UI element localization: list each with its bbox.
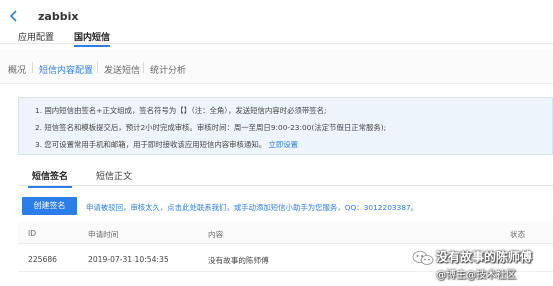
watermark-author: 没有故事的陈师傅 bbox=[436, 250, 533, 264]
page: zabbix 应用配置 国内短信 概况 短信内容配置 发送短信 统计分析 1. … bbox=[0, 0, 553, 286]
notice-box: 1. 国内短信由签名+正文组成，签名符号为【】（注：全角），发送短信内容时必须带… bbox=[18, 97, 553, 155]
subnav-item-statistics[interactable]: 统计分析 bbox=[150, 63, 186, 76]
watermark-community: @博主@技术社区 bbox=[436, 270, 516, 281]
cell-content: 没有故事的陈师傅 bbox=[208, 256, 269, 265]
wechat-icon bbox=[412, 251, 434, 265]
watermark: 没有故事的陈师傅 @博主@技术社区 bbox=[408, 244, 553, 284]
column-header-id: ID bbox=[28, 229, 37, 238]
notice-line-1: 1. 国内短信由签名+正文组成，签名符号为【】（注：全角），发送短信内容时必须带… bbox=[35, 106, 327, 115]
secondary-nav: 概况 短信内容配置 发送短信 统计分析 bbox=[0, 50, 553, 84]
table-header: ID 申请时间 内容 状态 bbox=[18, 222, 553, 244]
subnav-item-overview[interactable]: 概况 bbox=[8, 63, 26, 76]
tab-app-config[interactable]: 应用配置 bbox=[18, 30, 54, 43]
content-tabs: 短信签名 短信正文 bbox=[18, 166, 553, 188]
divider bbox=[97, 62, 98, 73]
chevron-left-icon[interactable] bbox=[6, 10, 22, 24]
cell-id: 225686 bbox=[28, 255, 57, 264]
divider bbox=[32, 62, 33, 73]
notice-line-3: 3. 您可设置常用手机和邮箱，用于即时接收该应用短信内容审核通知。 立即设置 bbox=[35, 139, 298, 150]
contact-tip-link[interactable]: 申请被驳回，审核太久，点击此处联系我们，或手动添加短信小助手为您服务，QQ：30… bbox=[86, 202, 418, 213]
app-header: zabbix 应用配置 国内短信 bbox=[0, 0, 553, 47]
tab-sms-body[interactable]: 短信正文 bbox=[96, 169, 132, 182]
column-header-apply-time: 申请时间 bbox=[88, 230, 119, 239]
column-header-content: 内容 bbox=[208, 230, 224, 239]
notice-line-3-text: 3. 您可设置常用手机和邮箱，用于即时接收该应用短信内容审核通知。 bbox=[35, 140, 267, 149]
app-title: zabbix bbox=[38, 10, 79, 23]
cell-apply-time: 2019-07-31 10:54:35 bbox=[88, 255, 169, 264]
subnav-item-sms-content-config[interactable]: 短信内容配置 bbox=[39, 63, 93, 76]
notice-line-2: 2. 短信签名和模板提交后，预计2小时完成审核。审核时间：周一至周日9:00-2… bbox=[35, 123, 387, 132]
divider bbox=[143, 62, 144, 73]
tab-sms-signature[interactable]: 短信签名 bbox=[27, 169, 73, 188]
subnav-item-send-sms[interactable]: 发送短信 bbox=[104, 63, 140, 76]
tab-domestic-sms[interactable]: 国内短信 bbox=[74, 30, 111, 47]
column-header-status: 状态 bbox=[510, 230, 526, 239]
create-signature-button[interactable]: 创建签名 bbox=[22, 197, 77, 215]
set-now-link[interactable]: 立即设置 bbox=[268, 140, 298, 149]
